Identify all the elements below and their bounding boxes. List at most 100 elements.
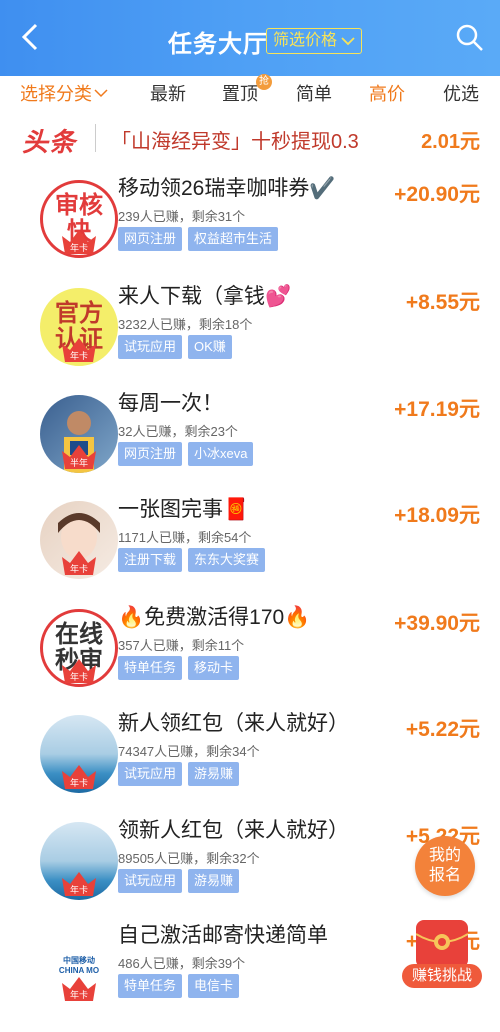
task-tags: 注册下载 东东大奖赛 [118, 548, 266, 572]
task-meta: 32人已赚，剩余23个 [118, 424, 238, 439]
tab-high-price[interactable]: 高价 [369, 80, 405, 106]
task-row[interactable]: 年卡 一张图完事🧧 1171人已赚，剩余54个 注册下载 东东大奖赛 +18.09… [0, 489, 500, 596]
avatar-text: 在线 [55, 621, 103, 648]
task-tags: 试玩应用 OK赚 [118, 335, 232, 359]
task-tag: 小冰xeva [188, 442, 254, 466]
back-arrow-icon[interactable] [14, 20, 48, 54]
chevron-down-icon [341, 37, 355, 46]
task-avatar-wrap: 在线秒审 年卡 [20, 603, 118, 688]
crown-badge-label: 年卡 [70, 989, 88, 1001]
crown-badge-label: 年卡 [70, 563, 88, 575]
task-tags: 特单任务 电信卡 [118, 974, 240, 998]
crown-badge-label: 年卡 [70, 350, 88, 362]
task-reward: +8.55元 [405, 291, 480, 314]
task-tags: 特单任务 移动卡 [118, 656, 240, 680]
headline-tag: 头条 [22, 127, 77, 157]
earn-challenge-button[interactable]: 赚钱挑战 [402, 920, 482, 990]
task-meta: 89505人已赚，剩余32个 [118, 851, 260, 866]
crown-badge-icon: 年卡 [62, 659, 96, 683]
task-meta: 357人已赚，剩余11个 [118, 638, 245, 653]
task-row[interactable]: 审核快 年卡 移动领26瑞幸咖啡券✔️ 239人已赚，剩余31个 网页注册权益超… [0, 168, 500, 275]
chevron-down-icon [94, 89, 108, 98]
top-bar: 任务大厅 筛选价格 [0, 0, 500, 76]
task-tag: 试玩应用 [118, 762, 183, 786]
crown-badge-label: 年卡 [70, 884, 88, 896]
red-envelope-icon [415, 920, 469, 968]
task-reward: +20.90元 [394, 183, 480, 206]
task-tag: 网页注册 [118, 442, 183, 466]
tab-featured[interactable]: 优选 [443, 80, 479, 106]
crown-badge-label: 年卡 [70, 671, 88, 683]
task-reward: +5.22元 [405, 718, 480, 741]
tab-pinned[interactable]: 置顶 抢 [222, 74, 272, 106]
crown-badge-icon: 年卡 [62, 872, 96, 896]
task-title: 一张图完事🧧 [118, 498, 250, 521]
task-row[interactable]: 官方认证 年卡 来人下载（拿钱💕 3232人已赚，剩余18个 试玩应用OK赚 +… [0, 276, 500, 383]
crown-badge-label: 年卡 [70, 777, 88, 789]
task-tag: 特单任务 [118, 974, 183, 998]
filter-price-label: 筛选价格 [273, 32, 338, 49]
task-tag: OK赚 [188, 335, 232, 359]
task-reward: +39.90元 [394, 612, 480, 635]
tab-latest[interactable]: 最新 [150, 80, 186, 106]
my-signup-button[interactable]: 我的 报名 [415, 836, 475, 896]
task-row[interactable]: 半年 每周一次！ 32人已赚，剩余23个 网页注册 小冰xeva +17.19元 [0, 383, 500, 490]
task-avatar-wrap: 半年 [20, 389, 118, 474]
task-meta: 239人已赚，剩余31个 [118, 209, 246, 224]
crown-badge-icon: 年卡 [62, 338, 96, 362]
signup-line1: 我的 [428, 847, 461, 864]
task-row[interactable]: 年卡 新人领红包（来人就好） 74347人已赚，剩余34个 试玩应用 游易赚 +5… [0, 703, 500, 810]
task-meta: 1171人已赚，剩余54个 [118, 530, 252, 545]
task-tags: 网页注册 小冰xeva [118, 442, 254, 466]
task-tag: 游易赚 [188, 762, 240, 786]
task-title: 自己激活邮寄快递简单 [118, 924, 328, 947]
tab-select-category[interactable]: 选择分类 [20, 80, 108, 106]
headline-text: 「山海经异变」十秒提现0.3 [111, 131, 359, 153]
task-tag: 试玩应用 [118, 869, 183, 893]
crown-badge-label: 半年 [70, 457, 88, 469]
crown-badge-icon: 半年 [62, 445, 96, 469]
hot-badge: 抢 [256, 74, 272, 90]
divider [95, 124, 96, 152]
task-meta: 74347人已赚，剩余34个 [118, 744, 260, 759]
task-avatar-wrap: 中国移动 CHINA MO 年卡 [20, 921, 118, 1006]
headline-banner[interactable]: 头条 「山海经异变」十秒提现0.3 2.01元 [0, 112, 500, 164]
signup-line2: 报名 [428, 867, 461, 884]
crown-badge-icon: 年卡 [62, 230, 96, 254]
crown-badge-label: 年卡 [70, 242, 88, 254]
headline-amount: 2.01元 [421, 131, 480, 153]
task-avatar-wrap: 官方认证 年卡 [20, 282, 118, 367]
task-meta: 3232人已赚，剩余18个 [118, 317, 253, 332]
task-avatar-wrap: 年卡 [20, 816, 118, 901]
task-title: 来人下载（拿钱💕 [118, 285, 292, 308]
task-reward: +18.09元 [394, 504, 480, 527]
crown-badge-icon: 年卡 [62, 765, 96, 789]
task-tag: 试玩应用 [118, 335, 183, 359]
task-tag: 注册下载 [118, 548, 183, 572]
tab-label: 置顶 [222, 84, 258, 104]
task-avatar-wrap: 年卡 [20, 495, 118, 580]
task-tag: 移动卡 [188, 656, 240, 680]
avatar-text: 中国移动 [63, 956, 95, 965]
tab-simple[interactable]: 简单 [296, 80, 332, 106]
tab-label: 选择分类 [20, 84, 92, 104]
task-tag: 网页注册 [118, 227, 183, 251]
task-reward: +17.19元 [394, 398, 480, 421]
task-tags: 试玩应用 游易赚 [118, 869, 240, 893]
task-title: 每周一次！ [118, 392, 223, 415]
task-meta: 486人已赚，剩余39个 [118, 956, 246, 971]
task-tag: 特单任务 [118, 656, 183, 680]
avatar-text: 官方 [55, 300, 103, 327]
task-avatar-wrap: 审核快 年卡 [20, 174, 118, 259]
filter-price-button[interactable]: 筛选价格 [266, 28, 363, 54]
task-title: 领新人红包（来人就好） [118, 819, 349, 842]
search-icon[interactable] [455, 23, 485, 53]
filter-tabs: 选择分类 最新 置顶 抢 简单 高价 优选 [0, 74, 500, 106]
task-title: 新人领红包（来人就好） [118, 712, 349, 735]
crown-badge-icon: 年卡 [62, 977, 96, 1001]
earn-challenge-label: 赚钱挑战 [402, 964, 482, 988]
task-tag: 电信卡 [188, 974, 240, 998]
task-avatar-wrap: 年卡 [20, 709, 118, 794]
avatar-text: 审核 [55, 192, 103, 219]
task-row[interactable]: 在线秒审 年卡 🔥免费激活得170🔥 357人已赚，剩余11个 特单任务移动卡 … [0, 597, 500, 704]
